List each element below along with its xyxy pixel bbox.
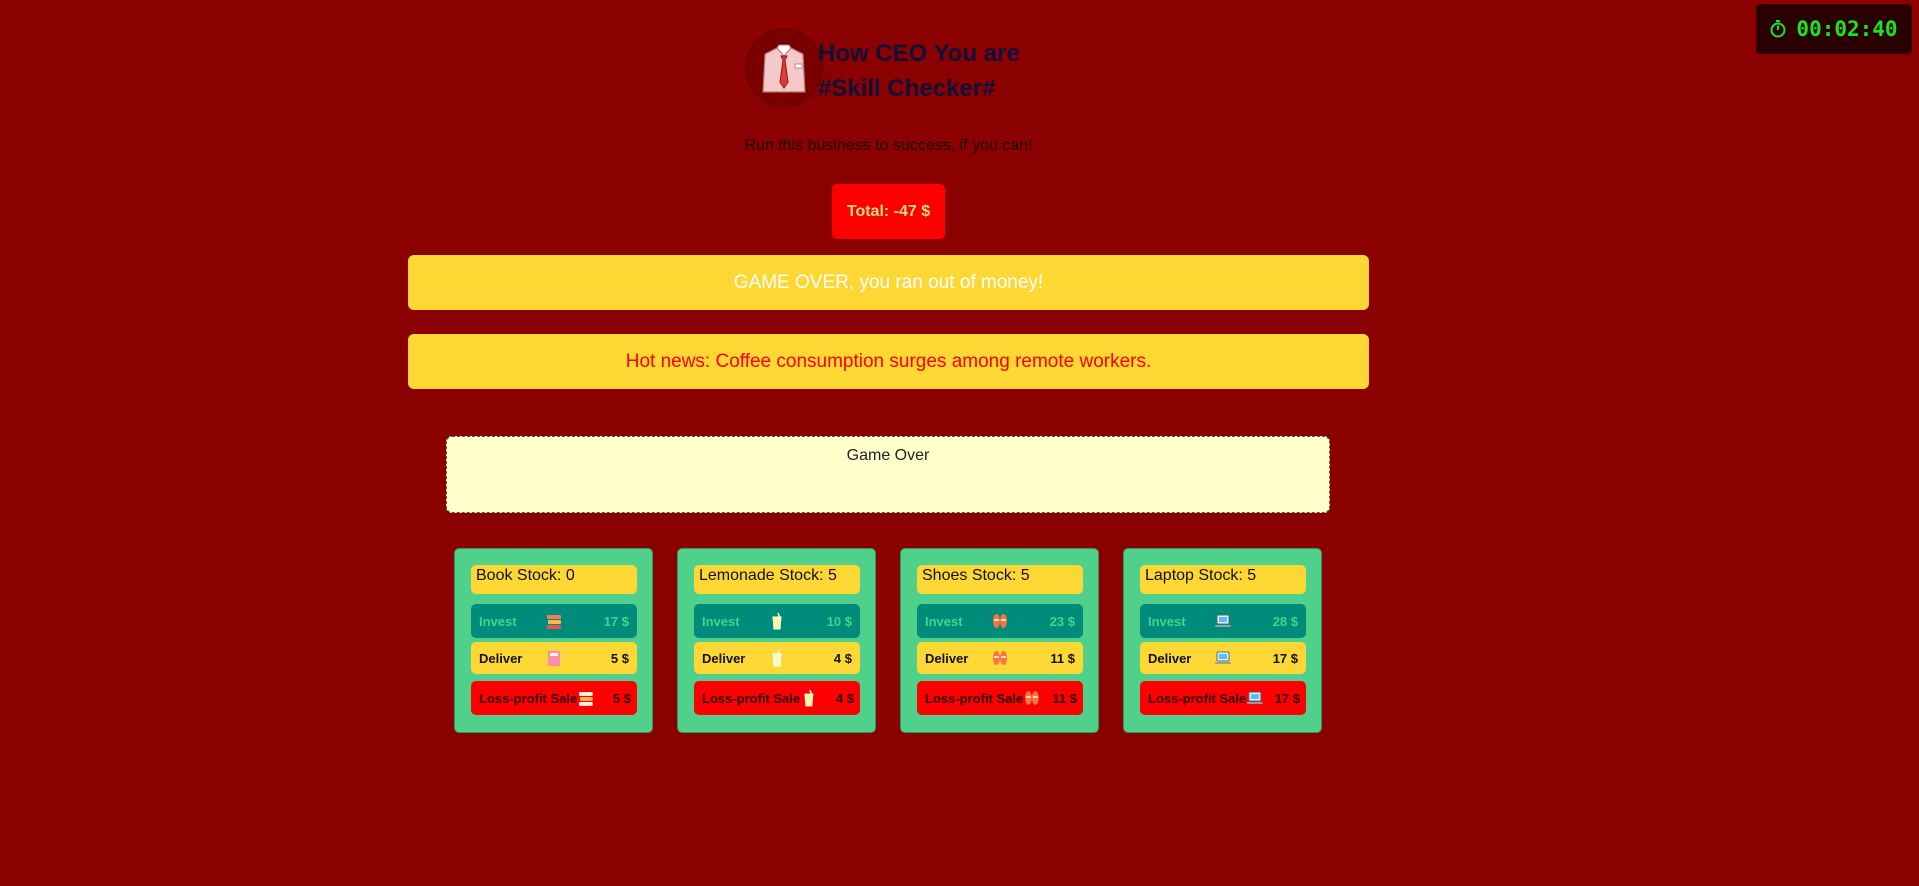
sale-price: 11 $ [1052, 690, 1077, 706]
lemonade-icon [804, 689, 814, 707]
page-title: How CEO You are #Skill Checker# [818, 36, 1020, 106]
laptop-icon [1215, 614, 1231, 627]
deliver-price: 11 $ [1050, 650, 1075, 666]
subtitle: Run this business to success, if you can… [744, 137, 1033, 154]
book-icon [579, 692, 594, 706]
sale-label: Loss-profit Sale [702, 690, 801, 706]
stock-label: Shoes Stock: 5 [917, 565, 1083, 594]
deliver-price: 17 $ [1272, 650, 1298, 666]
book-icon [548, 651, 560, 666]
timer-value: 00:02:40 [1796, 17, 1898, 41]
book-icon [547, 615, 561, 629]
product-card-laptop: Laptop Stock: 5 Invest 28 $ Deliver 17 $… [1123, 548, 1322, 733]
deliver-button-lemonade[interactable]: Deliver 4 $ [694, 642, 860, 674]
invest-button-lemonade[interactable]: Invest 10 $ [694, 604, 860, 638]
product-card-book: Book Stock: 0 Invest 17 $ Deliver 5 $ Lo… [454, 548, 653, 733]
invest-button-shoes[interactable]: Invest 23 $ [917, 604, 1083, 638]
sale-button-book[interactable]: Loss-profit Sale 5 $ [471, 681, 637, 715]
invest-price: 17 $ [603, 613, 629, 629]
deliver-price: 5 $ [610, 650, 629, 666]
deliver-button-laptop[interactable]: Deliver 17 $ [1140, 642, 1306, 674]
stock-label: Laptop Stock: 5 [1140, 565, 1306, 594]
invest-label: Invest [1148, 613, 1186, 629]
deliver-price: 4 $ [833, 650, 852, 666]
shoes-icon [993, 651, 1007, 665]
deliver-label: Deliver [1148, 650, 1192, 666]
deliver-button-shoes[interactable]: Deliver 11 $ [917, 642, 1083, 674]
deliver-label: Deliver [925, 650, 969, 666]
game-over-banner: GAME OVER, you ran out of money! [408, 255, 1369, 310]
sale-label: Loss-profit Sale [925, 690, 1024, 706]
laptop-icon [1247, 691, 1264, 704]
deliver-label: Deliver [702, 650, 746, 666]
stock-label: Lemonade Stock: 5 [694, 565, 860, 594]
invest-label: Invest [925, 613, 963, 629]
stock-label: Book Stock: 0 [471, 565, 637, 594]
invest-price: 10 $ [826, 613, 852, 629]
news-banner: Hot news: Coffee consumption surges amon… [408, 334, 1369, 389]
sale-price: 5 $ [612, 690, 631, 706]
product-card-shoes: Shoes Stock: 5 Invest 23 $ Deliver 11 $ … [900, 548, 1099, 733]
total-balance-badge: Total: -47 $ [832, 184, 945, 239]
game-status-text: Game Over [846, 447, 930, 464]
sale-price: 4 $ [835, 690, 854, 706]
shoes-icon [993, 614, 1007, 628]
app-header: How CEO You are #Skill Checker# [746, 30, 1020, 106]
shirt-tie-icon [746, 30, 822, 106]
shoes-icon [1025, 691, 1040, 705]
laptop-icon [1215, 651, 1231, 664]
deliver-label: Deliver [479, 650, 523, 666]
game-status-box: Game Over [446, 436, 1330, 513]
invest-label: Invest [702, 613, 740, 629]
sale-button-laptop[interactable]: Loss-profit Sale 17 $ [1140, 681, 1306, 715]
stopwatch-icon [1770, 20, 1786, 38]
sale-price: 17 $ [1274, 690, 1300, 706]
invest-price: 28 $ [1272, 613, 1298, 629]
sale-button-shoes[interactable]: Loss-profit Sale 11 $ [917, 681, 1083, 715]
product-card-lemonade: Lemonade Stock: 5 Invest 10 $ Deliver 4 … [677, 548, 876, 733]
title-line-2: #Skill Checker# [818, 75, 996, 102]
invest-button-book[interactable]: Invest 17 $ [471, 604, 637, 638]
title-line-1: How CEO You are [818, 40, 1020, 67]
sale-button-lemonade[interactable]: Loss-profit Sale 4 $ [694, 681, 860, 715]
countdown-timer: 00:02:40 [1757, 5, 1911, 53]
lemonade-icon [772, 612, 782, 630]
sale-label: Loss-profit Sale [479, 690, 578, 706]
invest-button-laptop[interactable]: Invest 28 $ [1140, 604, 1306, 638]
sale-label: Loss-profit Sale [1148, 690, 1247, 706]
invest-price: 23 $ [1049, 613, 1075, 629]
lemonade-icon [772, 649, 782, 667]
deliver-button-book[interactable]: Deliver 5 $ [471, 642, 637, 674]
invest-label: Invest [479, 613, 517, 629]
